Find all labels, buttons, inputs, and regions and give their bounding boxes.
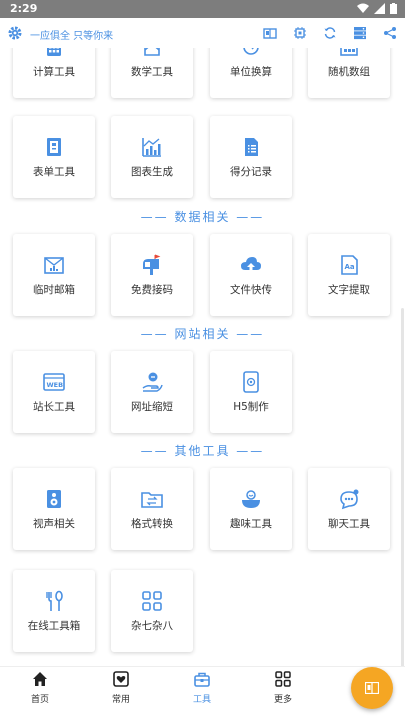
- toolbar-icons: [263, 25, 397, 40]
- tool-card-mail[interactable]: 临时邮箱: [13, 234, 95, 316]
- section-title-data: —— 数据相关 ——: [140, 210, 265, 224]
- tool-card-random[interactable]: 随机数组: [308, 48, 390, 98]
- tool-label: 文字提取: [328, 284, 370, 296]
- tool-label: 免费接码: [131, 284, 173, 296]
- folder-convert-icon: [141, 492, 163, 508]
- tab-home[interactable]: 首页: [15, 671, 65, 705]
- tool-card-convert[interactable]: 格式转换: [111, 468, 193, 550]
- tool-label: 视声相关: [33, 518, 75, 530]
- tool-card-calc[interactable]: 计算工具: [13, 48, 95, 98]
- hand-link-icon: [142, 372, 163, 392]
- tool-card-form[interactable]: 表单工具: [13, 116, 95, 198]
- mailbox-icon: [143, 254, 161, 275]
- tool-card-score[interactable]: 得分记录: [210, 116, 292, 198]
- tab-more[interactable]: 更多: [258, 671, 308, 705]
- tool-label: 表单工具: [33, 166, 75, 178]
- open-book-icon: [365, 682, 379, 694]
- speaker-icon: [47, 490, 61, 508]
- grid-more-icon: [275, 671, 291, 687]
- battery-icon: [390, 3, 397, 14]
- wifi-icon: [357, 3, 369, 13]
- unit-convert-icon: [243, 48, 259, 55]
- tool-label: 随机数组: [328, 66, 370, 78]
- tool-label: 格式转换: [131, 518, 173, 530]
- cloud-upload-icon: [241, 257, 261, 273]
- tool-label: 临时邮箱: [33, 284, 75, 296]
- chip-icon[interactable]: [293, 25, 307, 39]
- toolbox-icon: [194, 672, 210, 687]
- tab-label: 首页: [30, 695, 49, 705]
- tool-label: 杂七杂八: [131, 620, 173, 632]
- tool-label: 数学工具: [131, 66, 173, 78]
- score-record-icon: [245, 138, 258, 156]
- section-title-web: —— 网站相关 ——: [140, 327, 265, 341]
- server-icon[interactable]: [353, 25, 367, 40]
- tool-card-shorturl[interactable]: 网址缩短: [111, 351, 193, 433]
- tool-card-webmaster[interactable]: WEB 站长工具: [13, 351, 95, 433]
- tab-label: 工具: [192, 695, 211, 705]
- tool-card-chart[interactable]: 图表生成: [111, 116, 193, 198]
- signal-icon: [374, 3, 385, 14]
- status-bar: 2:29: [0, 0, 405, 18]
- share-icon[interactable]: [383, 25, 397, 39]
- tool-card-misc[interactable]: 杂七杂八: [111, 570, 193, 652]
- tool-label: 站长工具: [33, 401, 75, 413]
- floating-action-button[interactable]: [351, 667, 393, 709]
- tools-scroll-area[interactable]: 计算工具 数学工具 单位换算 随机数组 表单工具 图表生成 得分记录 —— 数据…: [0, 48, 405, 666]
- fun-bowl-icon: [242, 490, 260, 508]
- bottom-nav: 首页 常用 工具 更多: [0, 666, 405, 721]
- random-grid-icon: [340, 48, 358, 56]
- tool-card-fun[interactable]: 趣味工具: [210, 468, 292, 550]
- tool-label: 得分记录: [230, 166, 272, 178]
- tool-label: 图表生成: [131, 166, 173, 178]
- tool-label: H5制作: [233, 401, 269, 413]
- tool-card-unit[interactable]: 单位换算: [210, 48, 292, 98]
- section-title-other: —— 其他工具 ——: [140, 444, 265, 458]
- scrollbar[interactable]: [401, 308, 404, 666]
- h5-page-icon: [243, 371, 259, 393]
- tool-card-sms[interactable]: 免费接码: [111, 234, 193, 316]
- math-book-icon: [144, 48, 160, 56]
- calculator-icon: [47, 48, 61, 56]
- tool-card-file[interactable]: 文件快传: [210, 234, 292, 316]
- status-icons: [357, 3, 397, 14]
- misc-grid-icon: [142, 591, 162, 611]
- tool-card-math[interactable]: 数学工具: [111, 48, 193, 98]
- tools-icon: [46, 590, 63, 611]
- app-slogan: 一应俱全 只等你来: [30, 31, 114, 42]
- tab-favorites[interactable]: 常用: [96, 671, 146, 705]
- tool-label: 聊天工具: [328, 518, 370, 530]
- web-icon: WEB: [43, 373, 65, 391]
- chat-bubble-icon: [340, 489, 359, 510]
- top-bar: 一应俱全 只等你来: [0, 18, 405, 48]
- form-icon: [47, 138, 61, 156]
- tool-label: 计算工具: [33, 66, 75, 78]
- tab-label: 更多: [273, 695, 292, 705]
- svg-text:WEB: WEB: [47, 381, 64, 389]
- svg-text:Aa: Aa: [345, 263, 355, 271]
- book-icon[interactable]: [263, 25, 277, 39]
- tool-card-chat[interactable]: 聊天工具: [308, 468, 390, 550]
- home-icon: [33, 672, 47, 686]
- tool-card-toolbox[interactable]: 在线工具箱: [13, 570, 95, 652]
- bar-chart-icon: [142, 138, 161, 157]
- tool-label: 单位换算: [230, 66, 272, 78]
- tool-card-h5[interactable]: H5制作: [210, 351, 292, 433]
- tab-tools[interactable]: 工具: [177, 671, 227, 705]
- heart-card-icon: [113, 671, 129, 687]
- text-extract-icon: Aa: [341, 255, 358, 275]
- tool-card-av[interactable]: 视声相关: [13, 468, 95, 550]
- tool-label: 在线工具箱: [27, 620, 81, 632]
- tool-card-text[interactable]: Aa 文字提取: [308, 234, 390, 316]
- tool-label: 网址缩短: [131, 401, 173, 413]
- tool-label: 文件快传: [230, 284, 272, 296]
- tab-label: 常用: [111, 695, 130, 705]
- status-time: 2:29: [10, 2, 38, 15]
- settings-gear-icon[interactable]: [8, 26, 22, 40]
- tool-label: 趣味工具: [230, 518, 272, 530]
- refresh-icon[interactable]: [323, 25, 337, 39]
- mail-icon: [44, 257, 64, 274]
